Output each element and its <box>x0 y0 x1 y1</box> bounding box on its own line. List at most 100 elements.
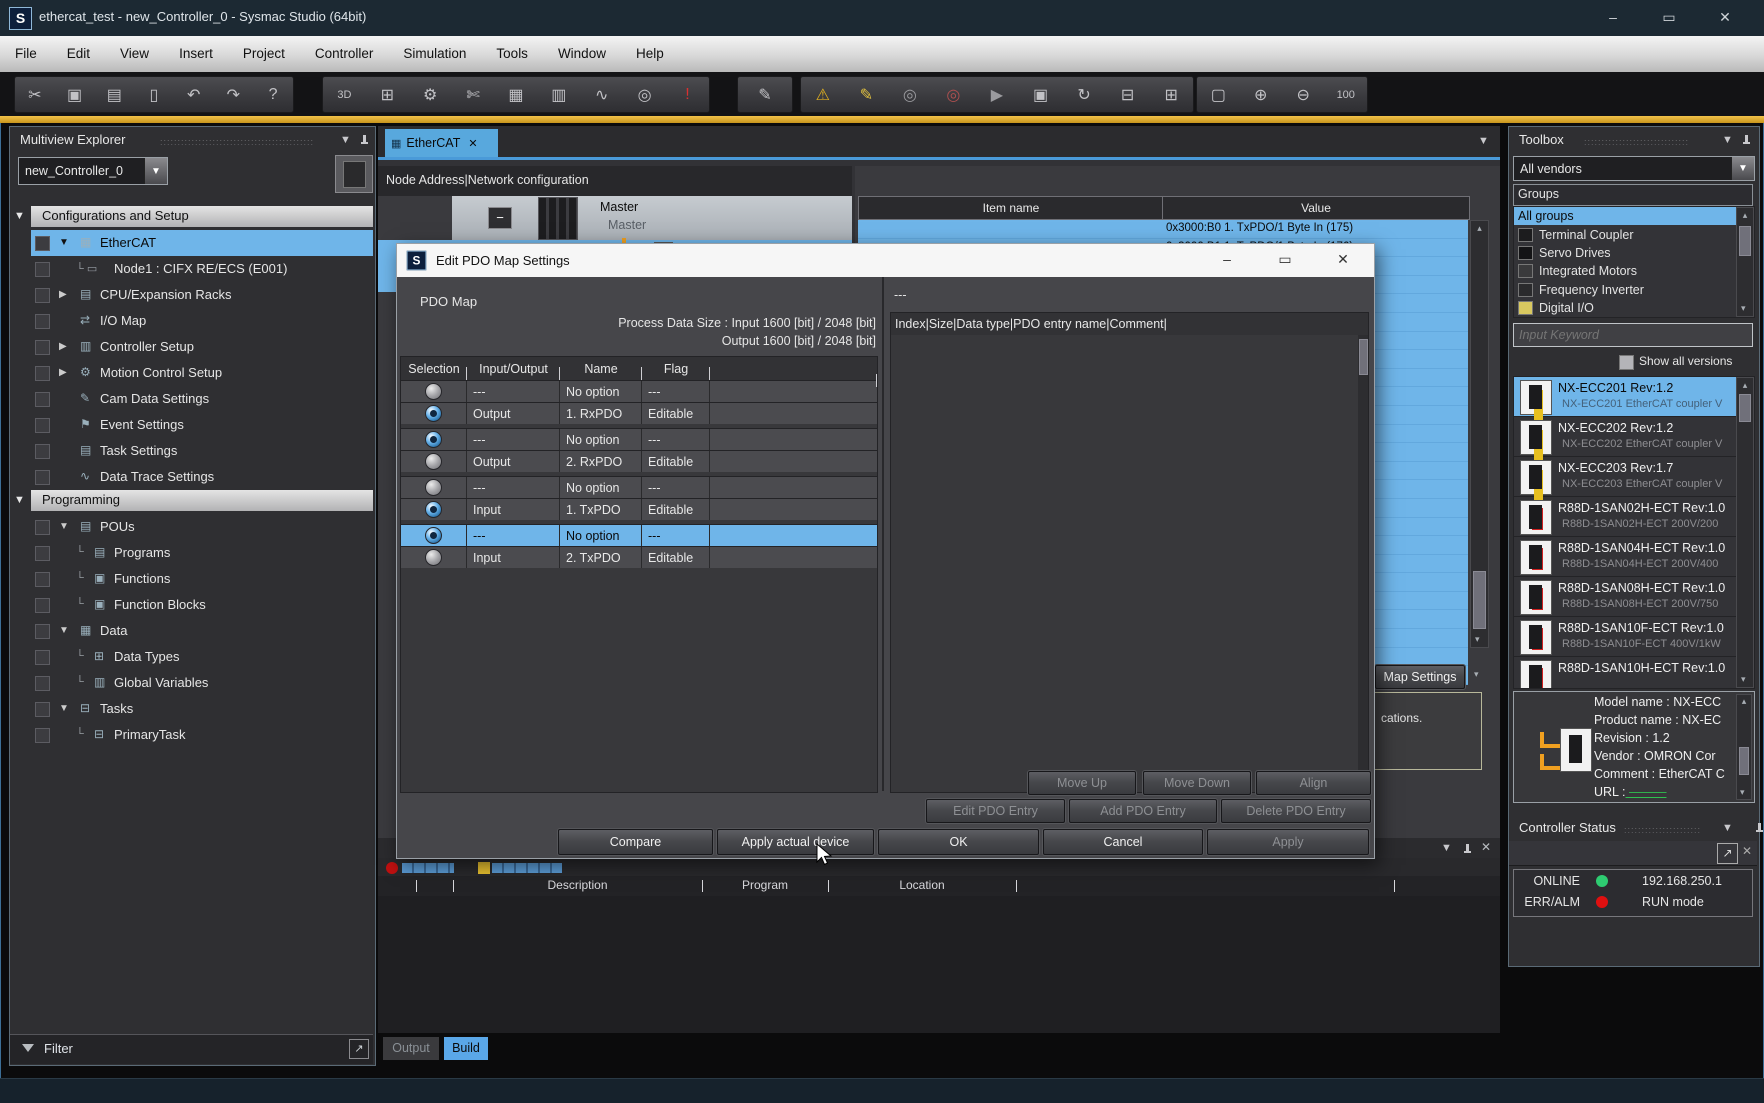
pdo-radio[interactable] <box>425 527 442 544</box>
controller-select[interactable]: new_Controller_0 ▼ <box>18 157 168 185</box>
tree-checkbox[interactable] <box>35 288 50 303</box>
toolbox-pin-icon[interactable] <box>1742 135 1751 146</box>
vendor-select[interactable]: All vendors ▼ <box>1513 156 1755 181</box>
menu-item-help[interactable]: Help <box>621 36 679 72</box>
dialog-minimize-icon[interactable]: – <box>1207 244 1247 274</box>
pdo-radio[interactable] <box>425 383 442 400</box>
zoom-100-icon[interactable]: 100 <box>1331 89 1361 101</box>
tree-checkbox[interactable] <box>35 418 50 433</box>
build-close-icon[interactable]: ✕ <box>1481 840 1491 854</box>
menu-item-insert[interactable]: Insert <box>164 36 228 72</box>
package-icon[interactable]: ▣ <box>1026 85 1056 105</box>
build-pin-icon[interactable] <box>1463 844 1472 855</box>
device-item[interactable]: R88D-1SAN02H-ECT Rev:1.0R88D-1SAN02H-ECT… <box>1514 497 1736 537</box>
data-trace-icon[interactable]: ∿ <box>587 85 617 105</box>
3d-view-icon[interactable]: 3D <box>329 89 359 101</box>
tree-item-pous[interactable]: ▼▤POUs <box>10 514 373 540</box>
cancel-button[interactable]: Cancel <box>1043 829 1203 855</box>
tree-item-data-types[interactable]: └⊞Data Types <box>10 644 373 670</box>
device-scroll-down-icon[interactable]: ▾ <box>1741 674 1746 685</box>
group-item-frequency-inverter[interactable]: Frequency Inverter <box>1514 281 1754 299</box>
maximize-button[interactable]: ▭ <box>1646 4 1692 30</box>
dialog-close-icon[interactable]: ✕ <box>1323 244 1363 274</box>
tree-checkbox[interactable] <box>35 650 50 665</box>
apply-actual-device-button[interactable]: Apply actual device <box>717 829 874 855</box>
collapse-icon[interactable]: − <box>488 207 512 229</box>
monitor-off-icon[interactable]: ◎ <box>938 85 968 105</box>
tree-checkbox[interactable] <box>35 314 50 329</box>
group-item-integrated-motors[interactable]: Integrated Motors <box>1514 262 1754 280</box>
menu-item-simulation[interactable]: Simulation <box>388 36 481 72</box>
tree-item-data-trace-settings[interactable]: ∿Data Trace Settings <box>10 464 373 490</box>
tree-item-cpu-expansion-racks[interactable]: ▶▤CPU/Expansion Racks <box>10 282 373 308</box>
copy-icon[interactable]: ▣ <box>60 85 90 105</box>
ok-button[interactable]: OK <box>878 829 1039 855</box>
tab-build[interactable]: Build <box>444 1037 488 1060</box>
menu-item-project[interactable]: Project <box>228 36 300 72</box>
undo-icon[interactable]: ↶ <box>179 85 209 105</box>
pdo-row[interactable]: Output1. RxPDOEditable <box>401 402 877 424</box>
tab-output[interactable]: Output <box>383 1037 439 1060</box>
cs-expand-icon[interactable]: ↗ <box>1717 843 1738 864</box>
entries-scrollbar[interactable] <box>1358 335 1368 790</box>
menu-item-view[interactable]: View <box>105 36 164 72</box>
details-url-link[interactable]: ——— <box>1626 785 1667 799</box>
screen1-icon[interactable]: ⊟ <box>1113 85 1143 105</box>
dialog-maximize-icon[interactable]: ▭ <box>1265 244 1305 274</box>
window-layout-icon[interactable]: ⊞ <box>372 85 402 105</box>
map-settings-button[interactable]: Map Settings <box>1375 665 1465 689</box>
watch-table-icon[interactable]: ▦ <box>501 85 531 105</box>
menu-item-tools[interactable]: Tools <box>481 36 543 72</box>
monitor-icon[interactable]: ◎ <box>895 85 925 105</box>
groups-scroll-down-icon[interactable]: ▾ <box>1741 303 1746 314</box>
toolbox-chevron-icon[interactable]: ▼ <box>1722 134 1733 146</box>
help-icon[interactable]: ? <box>258 86 288 104</box>
tree-item-functions[interactable]: └▣Functions <box>10 566 373 592</box>
tree-checkbox[interactable] <box>35 572 50 587</box>
edit-mode-icon[interactable]: ✎ <box>750 85 780 105</box>
filter-expand-icon[interactable]: ↗ <box>349 1039 369 1059</box>
pdo-row[interactable]: Input1. TxPDOEditable <box>401 498 877 520</box>
device-item[interactable]: R88D-1SAN10H-ECT Rev:1.0 <box>1514 657 1736 689</box>
pdo-radio[interactable] <box>425 501 442 518</box>
show-all-versions-checkbox[interactable] <box>1619 355 1634 370</box>
controller-status-pin-icon[interactable] <box>1755 823 1764 834</box>
tree-item-task-settings[interactable]: ▤Task Settings <box>10 438 373 464</box>
keyword-search-input[interactable] <box>1513 323 1753 347</box>
groups-list[interactable]: All groupsTerminal CouplerServo DrivesIn… <box>1513 206 1755 318</box>
filter-bar[interactable]: Filter ↗ <box>10 1034 373 1064</box>
pdo-row[interactable]: ---No option--- <box>401 380 877 402</box>
abort-icon[interactable]: ! <box>672 86 702 104</box>
pin-icon[interactable] <box>360 135 369 146</box>
tree-checkbox[interactable] <box>35 676 50 691</box>
master-row[interactable]: − Master Master <box>452 196 852 240</box>
build-icon[interactable]: ⚙ <box>415 85 445 105</box>
search-icon[interactable]: ◎ <box>630 85 660 105</box>
tree-section[interactable]: ▼Programming <box>10 490 373 511</box>
device-list[interactable]: NX-ECC201 Rev:1.2NX-ECC201 EtherCAT coup… <box>1513 376 1755 689</box>
menu-item-window[interactable]: Window <box>543 36 621 72</box>
tree-item-controller-setup[interactable]: ▶▥Controller Setup <box>10 334 373 360</box>
group-item-terminal-coupler[interactable]: Terminal Coupler <box>1514 225 1754 243</box>
device-item[interactable]: R88D-1SAN04H-ECT Rev:1.0R88D-1SAN04H-ECT… <box>1514 537 1736 577</box>
tree-item-motion-control-setup[interactable]: ▶⚙Motion Control Setup <box>10 360 373 386</box>
tree-checkbox[interactable] <box>35 366 50 381</box>
delete-icon[interactable]: ▯ <box>139 85 169 105</box>
tree-item-ethercat[interactable]: ▼▦EtherCAT <box>10 230 373 256</box>
paste-icon[interactable]: ▤ <box>99 85 129 105</box>
tree-item-programs[interactable]: └▤Programs <box>10 540 373 566</box>
scroll-up-icon[interactable]: ▴ <box>1471 223 1488 234</box>
tree-checkbox[interactable] <box>35 262 50 277</box>
group-item-digital-i-o[interactable]: Digital I/O <box>1514 299 1754 317</box>
scroll-down-icon[interactable]: ▾ <box>1475 634 1480 645</box>
tab-list-chevron-icon[interactable]: ▼ <box>1478 135 1489 147</box>
tree-section[interactable]: ▼Configurations and Setup <box>10 206 373 227</box>
tree-checkbox[interactable] <box>35 702 50 717</box>
pdo-radio[interactable] <box>425 479 442 496</box>
build-chevron-icon[interactable]: ▼ <box>1441 842 1452 854</box>
groups-scroll-up-icon[interactable]: ▴ <box>1737 210 1753 221</box>
pdo-row[interactable]: Input2. TxPDOEditable <box>401 546 877 568</box>
tree-checkbox[interactable] <box>35 470 50 485</box>
tree-item-function-blocks[interactable]: └▣Function Blocks <box>10 592 373 618</box>
value-list-row[interactable]: 0x3000:B0 1. TxPDO/1 Byte In (175) <box>858 220 1468 239</box>
